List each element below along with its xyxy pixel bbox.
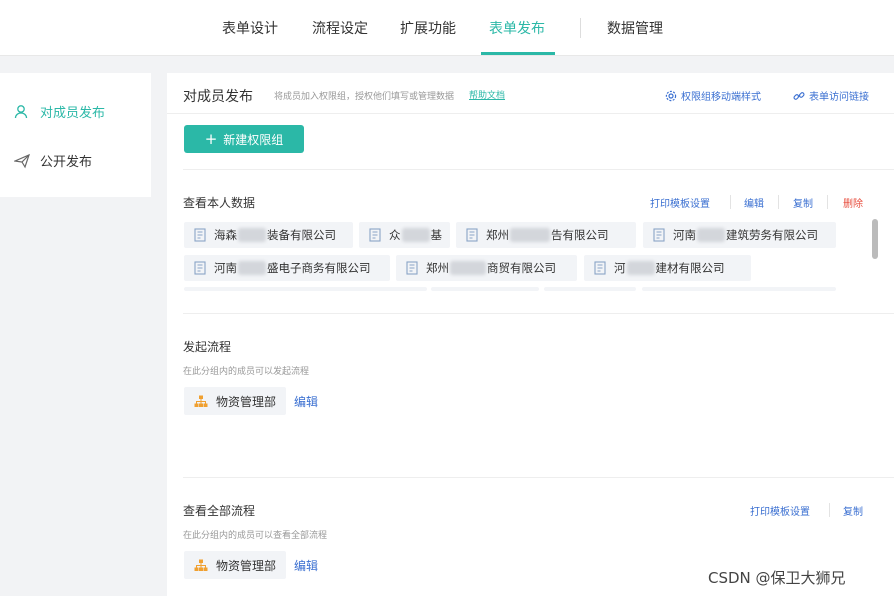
send-icon	[14, 153, 30, 168]
new-permission-group-button[interactable]: + 新建权限组	[184, 125, 304, 153]
company-icon	[194, 228, 206, 242]
link-icon	[793, 91, 805, 100]
edit-department-link[interactable]: 编辑	[294, 393, 318, 410]
redacted-mask	[450, 261, 486, 275]
delete-link[interactable]: 删除	[843, 195, 863, 210]
chip-text: 商贸有限公司	[487, 261, 556, 275]
user-icon	[14, 104, 28, 118]
copy-link[interactable]: 复制	[793, 195, 813, 210]
sidebar-item-label: 公开发布	[40, 155, 93, 170]
redacted-mask	[238, 228, 266, 242]
plus-icon: +	[204, 129, 218, 148]
group-description: 在此分组内的成员可以发起流程	[183, 367, 310, 377]
tab-form-publish[interactable]: 表单发布	[489, 18, 545, 38]
sidebar: 对成员发布 公开发布	[0, 73, 151, 197]
member-list-scrollbar[interactable]	[872, 219, 878, 259]
group-description: 在此分组内的成员可以查看全部流程	[183, 531, 328, 541]
tab-process-settings[interactable]: 流程设定	[312, 18, 368, 38]
action-separator	[827, 195, 828, 209]
action-separator	[829, 503, 830, 517]
department-chip[interactable]: 物资管理部	[184, 387, 287, 415]
tab-divider	[580, 18, 581, 38]
gear-icon	[665, 90, 677, 101]
sidebar-item-label: 对成员发布	[40, 106, 106, 121]
group-title: 查看本人数据	[183, 196, 256, 210]
org-chart-icon	[194, 395, 208, 407]
print-template-link[interactable]: 打印模板设置	[650, 195, 710, 210]
sidebar-item-public-publish[interactable]: 公开发布	[14, 151, 92, 170]
chip-text: 河南	[214, 261, 237, 275]
chip-text: 建材有限公司	[655, 261, 725, 275]
chip-text: 河南	[673, 228, 696, 242]
department-chip[interactable]: 物资管理部	[184, 551, 287, 579]
company-icon	[653, 228, 665, 242]
company-icon	[594, 261, 606, 275]
tab-form-design[interactable]: 表单设计	[222, 18, 278, 38]
tab-extensions[interactable]: 扩展功能	[400, 18, 456, 38]
section-divider	[183, 313, 894, 314]
department-name: 物资管理部	[216, 394, 277, 409]
mobile-style-link[interactable]: 权限组移动端样式	[665, 88, 761, 103]
member-chip[interactable]: 郑州 告有限公司	[456, 222, 636, 248]
redacted-mask	[238, 261, 266, 275]
org-chart-icon	[194, 559, 208, 571]
chip-text: 基	[430, 228, 443, 242]
form-access-link[interactable]: 表单访问链接	[793, 88, 869, 103]
company-icon	[406, 261, 418, 275]
member-chip[interactable]: 河南 盛电子商务有限公司	[184, 255, 390, 281]
chip-text: 建筑劳务有限公司	[726, 228, 818, 242]
main-panel: 对成员发布 将成员加入权限组，授权他们填写或管理数据 帮助文档 权限组移动端样式…	[167, 73, 894, 596]
chip-text: 郑州	[486, 228, 509, 242]
action-separator	[730, 195, 731, 209]
active-tab-underline	[481, 52, 555, 55]
chip-text: 盛电子商务有限公司	[267, 261, 371, 275]
chip-text: 告有限公司	[551, 228, 609, 242]
form-access-label: 表单访问链接	[809, 92, 869, 103]
top-nav: 表单设计 流程设定 扩展功能 表单发布 数据管理	[0, 0, 894, 56]
chip-text: 装备有限公司	[267, 228, 336, 242]
page-title: 对成员发布	[183, 89, 253, 105]
member-chip-partial	[642, 287, 836, 291]
group-title: 发起流程	[183, 340, 232, 354]
company-icon	[369, 228, 381, 242]
help-doc-link[interactable]: 帮助文档	[469, 88, 505, 101]
chip-text: 海森	[214, 228, 237, 242]
member-chip[interactable]: 河 建材有限公司	[584, 255, 751, 281]
watermark: CSDN @保卫大狮兄	[708, 569, 846, 587]
member-chip[interactable]: 海森 装备有限公司	[184, 222, 353, 248]
redacted-mask	[626, 261, 655, 275]
department-name: 物资管理部	[216, 558, 277, 573]
mobile-style-label: 权限组移动端样式	[681, 92, 761, 103]
edit-department-link[interactable]: 编辑	[294, 557, 318, 574]
section-divider	[183, 477, 894, 478]
member-chip-partial	[184, 287, 427, 291]
group-title: 查看全部流程	[183, 504, 256, 518]
member-chip[interactable]: 河南 建筑劳务有限公司	[643, 222, 836, 248]
new-permission-group-label: 新建权限组	[223, 132, 284, 147]
edit-link[interactable]: 编辑	[744, 195, 764, 210]
section-divider	[183, 169, 894, 170]
member-chip[interactable]: 郑州 商贸有限公司	[396, 255, 577, 281]
redacted-mask	[401, 228, 430, 242]
member-chip[interactable]: 众基	[359, 222, 450, 248]
chip-text: 众	[389, 228, 401, 242]
chip-text: 河	[614, 261, 626, 275]
redacted-mask	[510, 228, 550, 242]
copy-link[interactable]: 复制	[843, 503, 863, 518]
sidebar-item-member-publish[interactable]: 对成员发布	[14, 102, 105, 121]
redacted-mask	[697, 228, 725, 242]
tab-data-management[interactable]: 数据管理	[607, 18, 663, 38]
member-chip-partial	[431, 287, 539, 291]
chip-text: 郑州	[426, 261, 449, 275]
company-icon	[194, 261, 206, 275]
print-template-link[interactable]: 打印模板设置	[750, 503, 810, 518]
company-icon	[466, 228, 478, 242]
member-chip-partial	[544, 287, 636, 291]
header-divider	[167, 113, 894, 114]
action-separator	[778, 195, 779, 209]
page-description: 将成员加入权限组，授权他们填写或管理数据	[274, 92, 455, 102]
